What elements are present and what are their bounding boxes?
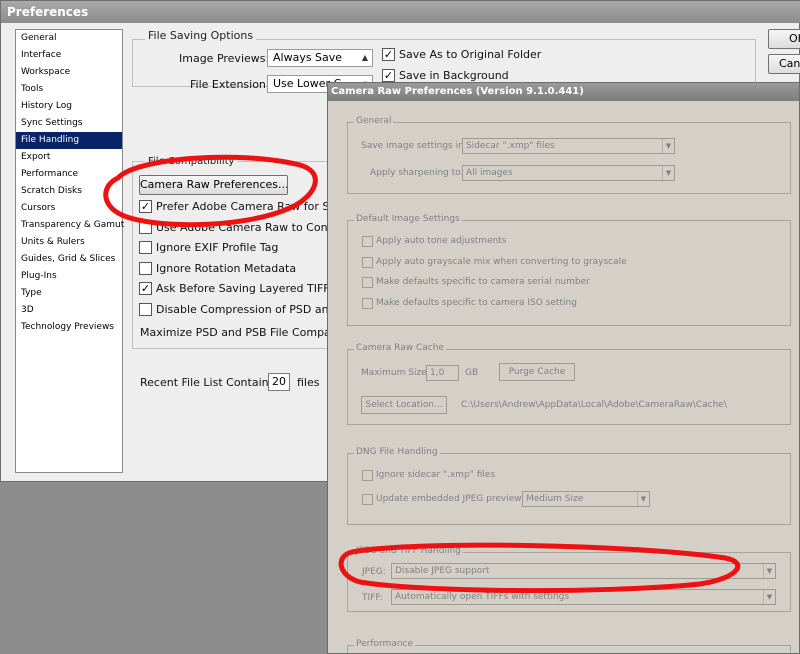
window-title: Preferences: [1, 1, 800, 23]
jpeg-label: JPEG:: [362, 567, 386, 577]
file-saving-legend: File Saving Options: [145, 29, 257, 42]
camera-raw-title: Camera Raw Preferences (Version 9.1.0.44…: [328, 83, 799, 101]
jpeg-value: Disable JPEG support: [395, 566, 490, 576]
cr-max-size-unit: GB: [465, 368, 479, 378]
tiff-value: Automatically open TIFFs with settings: [395, 592, 570, 602]
ignore-sidecar-checkbox[interactable]: [362, 470, 373, 481]
sidebar-item-tools[interactable]: Tools: [16, 81, 122, 98]
recent-files-label: Recent File List Contains:: [140, 376, 279, 389]
cr-max-size-label: Maximum Size:: [361, 368, 430, 378]
cr-jpeg-tiff-legend: JPEG and TIFF Handling: [354, 546, 463, 556]
sidebar-item-export[interactable]: Export: [16, 149, 122, 166]
cr-dng-group: [347, 453, 791, 525]
compat-option-checkbox[interactable]: [139, 220, 152, 234]
chevron-down-icon: ▼: [662, 139, 674, 153]
save-in-background-checkbox[interactable]: ✓: [382, 69, 395, 82]
cr-default-option-checkbox[interactable]: [362, 256, 373, 268]
sidebar-item-cursors[interactable]: Cursors: [16, 200, 122, 217]
cr-max-size-input[interactable]: 1,0: [426, 365, 459, 381]
cr-dng-legend: DNG File Handling: [354, 447, 440, 457]
select-location-button[interactable]: Select Location...: [361, 396, 447, 414]
compat-option-label: Ignore Rotation Metadata: [156, 261, 297, 275]
ok-button[interactable]: OK: [768, 29, 800, 49]
cr-sharpening-value: All images: [466, 168, 513, 178]
sidebar-item-performance[interactable]: Performance: [16, 166, 122, 183]
recent-files-suffix: files: [297, 376, 320, 389]
chevron-down-icon: ▼: [637, 492, 649, 506]
chevron-down-icon: ▼: [763, 564, 775, 578]
preview-size-value: Medium Size: [526, 494, 584, 504]
chevron-down-icon: ▼: [763, 590, 775, 604]
camera-raw-preferences-window: Camera Raw Preferences (Version 9.1.0.44…: [327, 82, 800, 654]
save-as-original-label: Save As to Original Folder: [399, 48, 542, 61]
sidebar-item-sync-settings[interactable]: Sync Settings: [16, 115, 122, 132]
image-previews-value: Always Save: [273, 51, 343, 64]
recent-files-input[interactable]: 20: [268, 373, 290, 391]
cr-save-settings-label: Save image settings in:: [361, 141, 467, 151]
chevron-down-icon: ▼: [662, 166, 674, 180]
file-extension-label: File Extension:: [190, 78, 270, 91]
image-previews-select[interactable]: Always Save ▲︎: [267, 49, 373, 67]
sidebar-item-scratch-disks[interactable]: Scratch Disks: [16, 183, 122, 200]
cr-sharpening-select[interactable]: All images ▼: [462, 165, 675, 181]
sidebar: General Interface Workspace Tools History Lo…: [15, 29, 124, 473]
jpeg-select[interactable]: Disable JPEG support ▼: [391, 563, 776, 579]
preview-size-select[interactable]: Medium Size ▼: [522, 491, 650, 507]
sidebar-item-transparency-gamut[interactable]: Transparency & Gamut: [16, 217, 124, 234]
compat-option-checkbox[interactable]: [139, 241, 152, 254]
sidebar-item-units-rulers[interactable]: Units & Rulers: [16, 234, 122, 251]
cr-default-option-label: Make defaults specific to camera ISO set…: [376, 297, 577, 308]
cr-default-option-label: Make defaults specific to camera serial …: [376, 277, 590, 287]
cr-general-legend: General: [354, 116, 394, 126]
cr-defaults-legend: Default Image Settings: [354, 214, 462, 224]
camera-raw-preferences-button[interactable]: Camera Raw Preferences...: [139, 175, 288, 195]
file-compat-legend: File Compatibility: [145, 156, 238, 167]
cr-sharpening-label: Apply sharpening to:: [370, 168, 464, 178]
update-previews-label: Update embedded JPEG previews:: [376, 494, 530, 504]
cancel-button[interactable]: Canc: [768, 54, 800, 74]
compat-option-checkbox[interactable]: [139, 302, 152, 316]
sidebar-item-interface[interactable]: Interface: [16, 47, 122, 64]
compat-option-label: Ask Before Saving Layered TIFF File: [156, 282, 352, 295]
cr-save-settings-select[interactable]: Sidecar ".xmp" files ▼: [462, 138, 675, 154]
sidebar-item-technology-previews[interactable]: Technology Previews: [16, 319, 122, 336]
compat-option-label: Ignore EXIF Profile Tag: [156, 241, 279, 254]
compat-option-checkbox[interactable]: ✓: [139, 282, 152, 295]
cr-performance-legend: Performance: [354, 639, 416, 649]
sidebar-item-guides-grid-slices[interactable]: Guides, Grid & Slices: [16, 251, 122, 268]
compat-option-checkbox[interactable]: ✓: [139, 200, 152, 213]
sidebar-item-file-handling[interactable]: File Handling: [16, 132, 122, 149]
cr-default-option-label: Apply auto grayscale mix when converting…: [376, 256, 627, 267]
cr-cache-path: C:\Users\Andrew\AppData\Local\Adobe\Came…: [461, 400, 727, 410]
sidebar-item-plug-ins[interactable]: Plug-Ins: [16, 268, 122, 285]
sidebar-item-3d[interactable]: 3D: [16, 302, 122, 319]
compat-option-checkbox[interactable]: [139, 261, 152, 275]
cr-save-settings-value: Sidecar ".xmp" files: [466, 141, 555, 151]
maximize-compat-label: Maximize PSD and PSB File Compatibilit: [140, 326, 359, 339]
cr-default-option-checkbox[interactable]: [362, 236, 373, 247]
compat-option-label: Disable Compression of PSD and PS: [156, 302, 353, 316]
save-in-background-label: Save in Background: [399, 69, 509, 82]
cr-cache-legend: Camera Raw Cache: [354, 343, 446, 353]
sidebar-item-general[interactable]: General: [16, 30, 122, 47]
cr-default-option-checkbox[interactable]: [362, 297, 373, 309]
cr-default-option-label: Apply auto tone adjustments: [376, 236, 507, 246]
image-previews-label: Image Previews:: [179, 52, 270, 65]
update-previews-checkbox[interactable]: [362, 494, 373, 505]
sidebar-item-type[interactable]: Type: [16, 285, 122, 302]
cr-default-option-checkbox[interactable]: [362, 277, 373, 288]
save-as-original-checkbox[interactable]: ✓: [382, 48, 395, 61]
chevron-down-icon: ▲︎: [361, 53, 369, 62]
sidebar-item-history-log[interactable]: History Log: [16, 98, 122, 115]
purge-cache-button[interactable]: Purge Cache: [499, 363, 575, 381]
ignore-sidecar-label: Ignore sidecar ".xmp" files: [376, 470, 496, 480]
cr-general-group: [347, 122, 791, 194]
tiff-select[interactable]: Automatically open TIFFs with settings ▼: [391, 589, 776, 605]
tiff-label: TIFF:: [362, 593, 383, 603]
sidebar-item-workspace[interactable]: Workspace: [16, 64, 122, 81]
